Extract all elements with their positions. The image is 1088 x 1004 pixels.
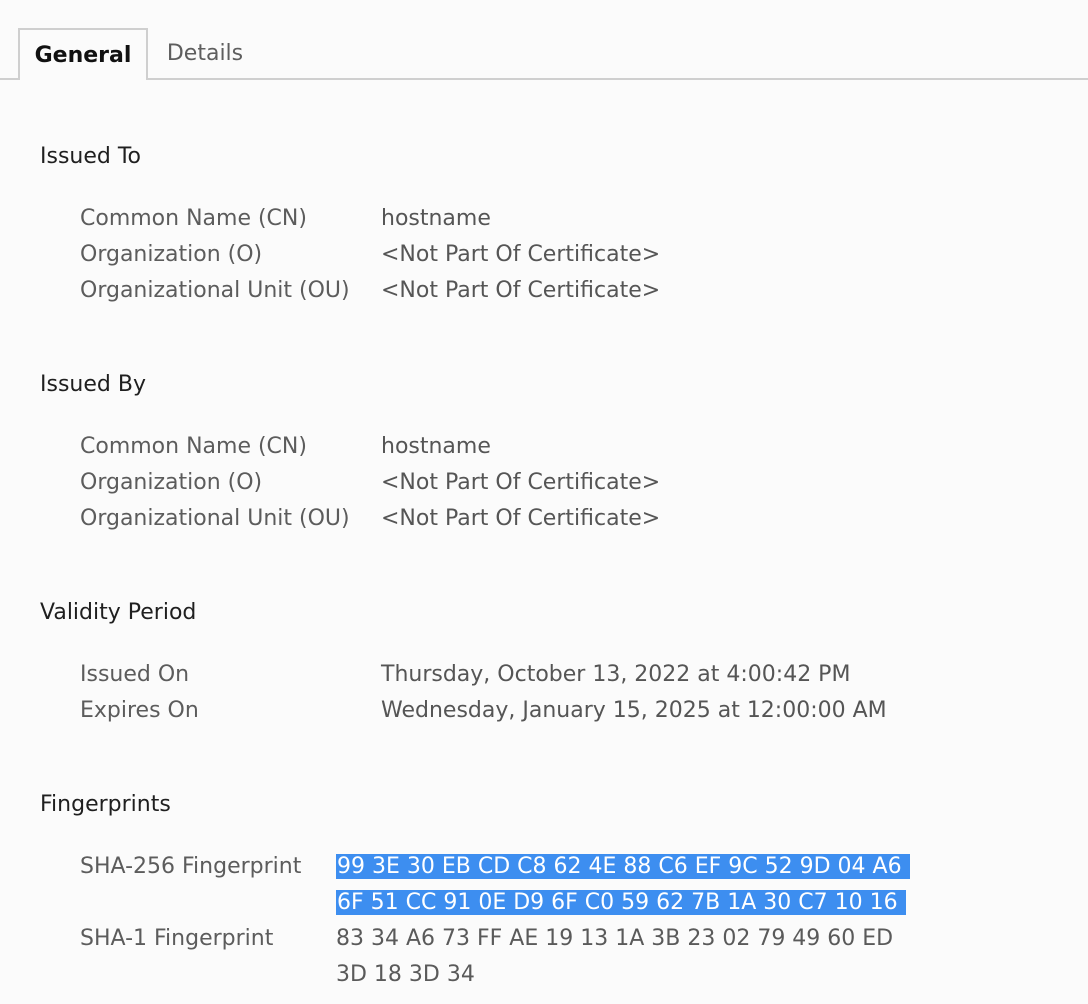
validity-heading: Validity Period bbox=[40, 600, 197, 625]
issued-by-cn-value: hostname bbox=[381, 434, 491, 459]
issued-on-label: Issued On bbox=[80, 662, 190, 687]
issued-to-ou-value: <Not Part Of Certificate> bbox=[381, 278, 661, 303]
issued-to-ou-label: Organizational Unit (OU) bbox=[80, 278, 350, 303]
issued-to-o-value: <Not Part Of Certificate> bbox=[381, 242, 661, 267]
issued-by-cn-label: Common Name (CN) bbox=[80, 434, 307, 459]
issued-on-value: Thursday, October 13, 2022 at 4:00:42 PM bbox=[381, 662, 851, 687]
issued-to-cn-label: Common Name (CN) bbox=[80, 206, 307, 231]
issued-by-heading: Issued By bbox=[40, 372, 146, 397]
sha1-line-1[interactable]: 83 34 A6 73 FF AE 19 13 1A 3B 23 02 79 4… bbox=[336, 921, 893, 957]
sha256-label: SHA-256 Fingerprint bbox=[80, 854, 302, 879]
expires-on-label: Expires On bbox=[80, 698, 199, 723]
sha1-label: SHA-1 Fingerprint bbox=[80, 926, 274, 951]
tab-bar: General Details bbox=[0, 0, 1088, 80]
issued-by-ou-label: Organizational Unit (OU) bbox=[80, 506, 350, 531]
issued-by-ou-value: <Not Part Of Certificate> bbox=[381, 506, 661, 531]
fingerprints-heading: Fingerprints bbox=[40, 792, 171, 817]
sha1-line-2[interactable]: 3D 18 3D 34 bbox=[336, 957, 893, 993]
sha256-line-1[interactable]: 99 3E 30 EB CD C8 62 4E 88 C6 EF 9C 52 9… bbox=[336, 849, 910, 885]
issued-to-heading: Issued To bbox=[40, 144, 142, 169]
issued-by-o-value: <Not Part Of Certificate> bbox=[381, 470, 661, 495]
sha1-value[interactable]: 83 34 A6 73 FF AE 19 13 1A 3B 23 02 79 4… bbox=[336, 921, 893, 993]
issued-to-o-label: Organization (O) bbox=[80, 242, 263, 267]
issued-to-cn-value: hostname bbox=[381, 206, 491, 231]
sha256-line-2[interactable]: 6F 51 CC 91 0E D9 6F C0 59 62 7B 1A 30 C… bbox=[336, 885, 910, 921]
tab-general[interactable]: General bbox=[18, 28, 148, 80]
tab-details[interactable]: Details bbox=[150, 28, 260, 79]
sha256-value[interactable]: 99 3E 30 EB CD C8 62 4E 88 C6 EF 9C 52 9… bbox=[336, 849, 910, 921]
expires-on-value: Wednesday, January 15, 2025 at 12:00:00 … bbox=[381, 698, 887, 723]
issued-by-o-label: Organization (O) bbox=[80, 470, 263, 495]
